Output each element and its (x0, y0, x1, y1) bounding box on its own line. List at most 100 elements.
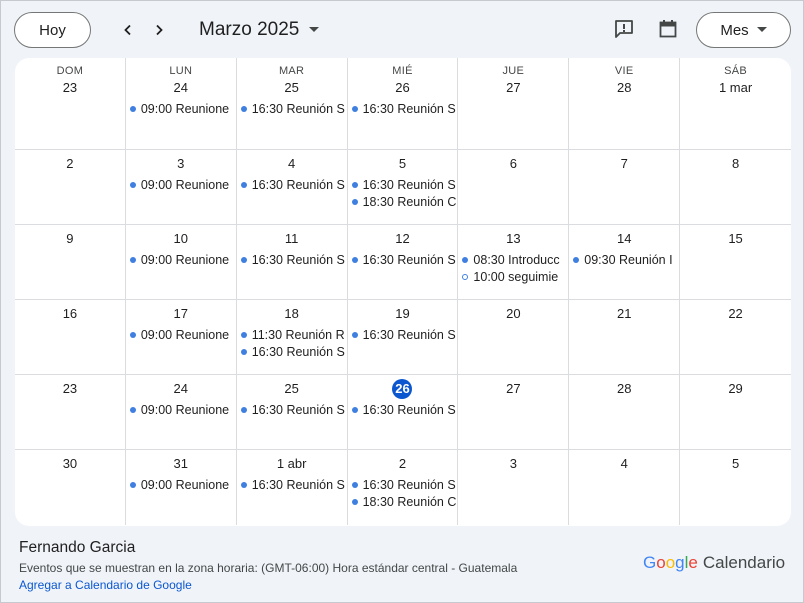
event-chip[interactable]: 16:30 Reunión S (237, 476, 347, 493)
event-chip[interactable]: 08:30 Introducc (458, 251, 568, 268)
day-cell[interactable]: 8 (680, 150, 791, 225)
day-number[interactable]: 1 mar (680, 78, 791, 98)
day-number[interactable]: 15 (680, 229, 791, 249)
day-number[interactable]: 4 (569, 454, 679, 474)
event-chip[interactable]: 18:30 Reunión C (348, 193, 458, 210)
day-number[interactable]: 19 (348, 304, 458, 324)
day-cell[interactable]: 5 (680, 450, 791, 525)
day-cell[interactable]: 16 (15, 300, 126, 375)
event-chip[interactable]: 16:30 Reunión S (348, 251, 458, 268)
event-chip[interactable]: 16:30 Reunión S (237, 251, 347, 268)
event-chip[interactable]: 11:30 Reunión R (237, 326, 347, 343)
day-number[interactable]: 4 (237, 154, 347, 174)
day-cell[interactable]: 5 16:30 Reunión S 18:30 Reunión C (347, 150, 459, 225)
day-cell[interactable]: 12 16:30 Reunión S (347, 225, 459, 300)
day-number[interactable]: 8 (680, 154, 791, 174)
day-cell[interactable]: 2 16:30 Reunión S 18:30 Reunión C (348, 450, 459, 525)
day-cell[interactable]: 30 (15, 450, 126, 525)
event-chip[interactable]: 09:00 Reunione (126, 251, 236, 268)
day-cell[interactable]: SÁB 1 mar (680, 58, 791, 150)
day-cell[interactable]: 1 abr 16:30 Reunión S (237, 450, 348, 525)
day-cell[interactable]: 11 16:30 Reunión S (236, 225, 348, 300)
day-number[interactable]: 31 (126, 454, 236, 474)
day-number[interactable]: 7 (569, 154, 679, 174)
day-number[interactable]: 23 (15, 78, 125, 98)
previous-month-button[interactable] (116, 18, 140, 42)
day-cell[interactable]: 9 (15, 225, 126, 300)
day-cell[interactable]: DOM 23 (15, 58, 126, 150)
day-number[interactable]: 29 (680, 379, 791, 399)
day-cell[interactable]: 2 (15, 150, 126, 225)
event-chip[interactable]: 16:30 Reunión S (237, 176, 347, 193)
day-cell[interactable]: MIÉ 26 16:30 Reunión S (347, 58, 459, 150)
day-cell[interactable]: 29 (680, 375, 791, 450)
day-cell[interactable]: 20 (458, 300, 570, 375)
event-chip[interactable]: 16:30 Reunión S (348, 476, 458, 493)
day-number[interactable]: 26 (348, 78, 458, 98)
day-cell[interactable]: 14 09:30 Reunión I (569, 225, 681, 300)
day-number[interactable]: 14 (569, 229, 679, 249)
day-cell[interactable]: 4 16:30 Reunión S (236, 150, 348, 225)
day-number[interactable]: 20 (458, 304, 568, 324)
day-cell[interactable]: 23 (15, 375, 126, 450)
day-number[interactable]: 24 (126, 78, 236, 98)
day-number[interactable]: 3 (126, 154, 236, 174)
google-calendar-logo[interactable]: Google Calendario (643, 553, 785, 573)
day-cell[interactable]: LUN 24 09:00 Reunione (125, 58, 237, 150)
event-chip[interactable]: 09:00 Reunione (126, 401, 236, 418)
event-chip[interactable]: 16:30 Reunión S (237, 100, 347, 117)
day-cell[interactable]: 22 (680, 300, 791, 375)
day-cell[interactable]: 19 16:30 Reunión S (347, 300, 459, 375)
day-number[interactable]: 9 (15, 229, 125, 249)
event-chip[interactable]: 16:30 Reunión S (237, 401, 347, 418)
day-number[interactable]: 23 (15, 379, 125, 399)
day-number[interactable]: 16 (15, 304, 125, 324)
day-cell[interactable]: MAR 25 16:30 Reunión S (236, 58, 348, 150)
day-number[interactable]: 18 (237, 304, 347, 324)
day-cell[interactable]: 21 (569, 300, 681, 375)
day-cell[interactable]: 6 (458, 150, 570, 225)
day-number[interactable]: 25 (237, 379, 347, 399)
day-number[interactable]: 27 (458, 379, 568, 399)
day-number[interactable]: 27 (458, 78, 568, 98)
day-number[interactable]: 11 (237, 229, 347, 249)
day-number[interactable]: 28 (569, 78, 679, 98)
day-number[interactable]: 5 (348, 154, 458, 174)
day-number[interactable]: 12 (348, 229, 458, 249)
event-chip[interactable]: 16:30 Reunión S (348, 176, 458, 193)
month-picker[interactable]: Marzo 2025 (199, 19, 320, 41)
day-cell[interactable]: 17 09:00 Reunione (125, 300, 237, 375)
event-chip[interactable]: 16:30 Reunión S (348, 100, 458, 117)
open-calendar-button[interactable] (657, 18, 679, 40)
day-cell[interactable]: 13 08:30 Introducc 10:00 seguimie (458, 225, 570, 300)
day-cell[interactable]: 15 (680, 225, 791, 300)
event-chip[interactable]: 09:30 Reunión I (569, 251, 679, 268)
day-number[interactable]: 3 (458, 454, 568, 474)
day-number[interactable]: 17 (126, 304, 236, 324)
day-number[interactable]: 1 abr (237, 454, 347, 474)
event-chip[interactable]: 16:30 Reunión S (237, 343, 347, 360)
day-cell[interactable]: 27 (458, 375, 570, 450)
day-cell[interactable]: 26 16:30 Reunión S (347, 375, 459, 450)
add-to-google-calendar-link[interactable]: Agregar a Calendario de Google (19, 578, 192, 592)
day-cell[interactable]: VIE 28 (569, 58, 681, 150)
event-chip[interactable]: 10:00 seguimie (458, 268, 568, 285)
day-cell[interactable]: 3 (458, 450, 570, 525)
event-chip[interactable]: 09:00 Reunione (126, 176, 236, 193)
day-number[interactable]: 21 (569, 304, 679, 324)
day-number[interactable]: 5 (680, 454, 791, 474)
event-chip[interactable]: 16:30 Reunión S (348, 326, 458, 343)
event-chip[interactable]: 09:00 Reunione (126, 476, 236, 493)
day-number[interactable]: 22 (680, 304, 791, 324)
day-number[interactable]: 6 (458, 154, 568, 174)
day-cell[interactable]: 24 09:00 Reunione (125, 375, 237, 450)
feedback-button[interactable] (613, 18, 635, 40)
event-chip[interactable]: 16:30 Reunión S (348, 401, 458, 418)
day-number[interactable]: 10 (126, 229, 236, 249)
day-number[interactable]: 25 (237, 78, 347, 98)
day-cell[interactable]: 28 (569, 375, 681, 450)
day-cell[interactable]: 7 (569, 150, 681, 225)
day-number[interactable]: 28 (569, 379, 679, 399)
today-button[interactable]: Hoy (14, 12, 91, 48)
day-cell[interactable]: 3 09:00 Reunione (125, 150, 237, 225)
